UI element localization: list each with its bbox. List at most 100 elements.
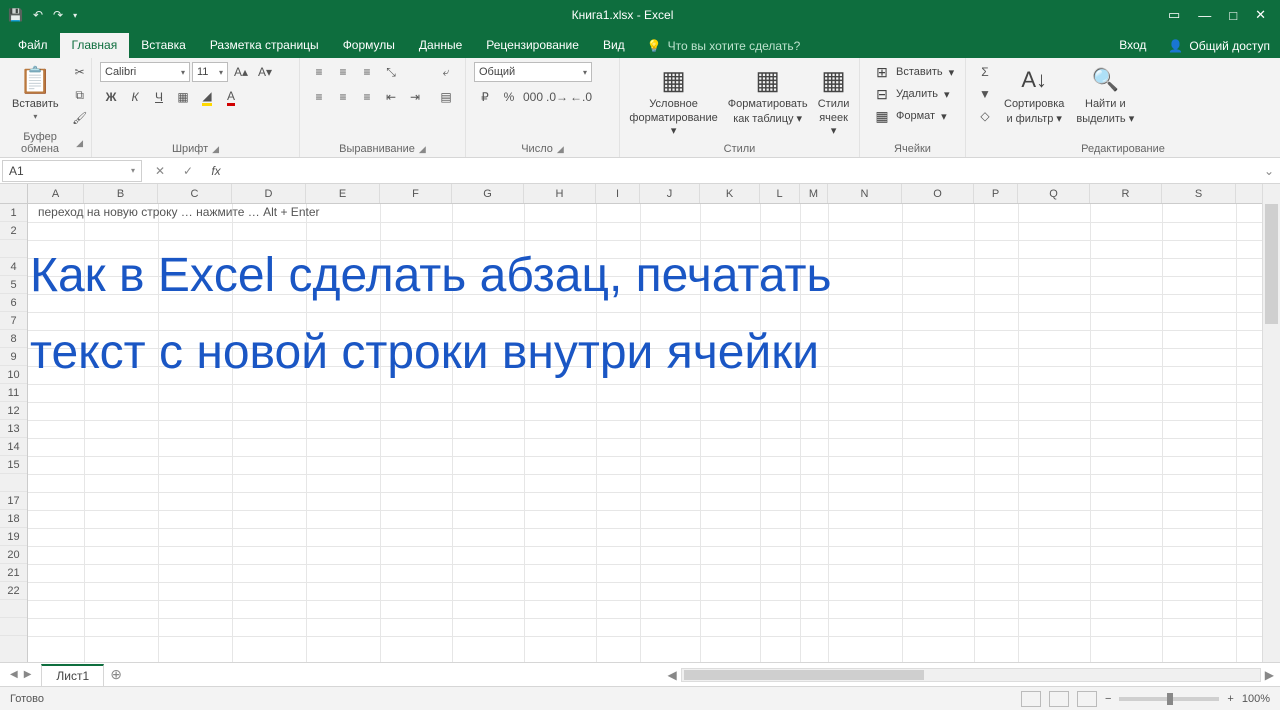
column-header[interactable]: R xyxy=(1090,184,1162,203)
signin-button[interactable]: Вход xyxy=(1107,33,1158,58)
cell-styles-button[interactable]: ▦ Стили ячеек ▾ xyxy=(814,62,854,139)
enter-formula-button[interactable]: ✓ xyxy=(174,164,202,178)
sort-filter-button[interactable]: A↓ Сортировка и фильтр ▾ xyxy=(1000,62,1068,127)
column-header[interactable]: A xyxy=(28,184,84,203)
accounting-button[interactable]: ₽ xyxy=(474,87,496,107)
row-header[interactable]: 12 xyxy=(0,402,27,420)
row-header[interactable]: 6 xyxy=(0,294,27,312)
horizontal-scroll-thumb[interactable] xyxy=(684,670,924,680)
row-header[interactable]: 4 xyxy=(0,258,27,276)
wrap-text-button[interactable]: ⤶ xyxy=(432,62,460,82)
tab-insert[interactable]: Вставка xyxy=(129,33,198,58)
comma-button[interactable]: 000 xyxy=(522,87,544,107)
tab-file[interactable]: Файл xyxy=(6,33,60,58)
format-cells-button[interactable]: ▦Формат ▾ xyxy=(868,106,960,126)
format-as-table-button[interactable]: ▦ Форматировать как таблицу ▾ xyxy=(724,62,812,127)
font-size-select[interactable]: 11▾ xyxy=(192,62,228,82)
cells-area[interactable]: переход на новую строку … нажмите … Alt … xyxy=(28,204,1262,662)
tab-view[interactable]: Вид xyxy=(591,33,637,58)
select-all-button[interactable] xyxy=(0,184,28,204)
column-header[interactable]: G xyxy=(452,184,524,203)
tab-formulas[interactable]: Формулы xyxy=(331,33,407,58)
paste-button[interactable]: 📋 Вставить ▾ xyxy=(8,62,63,123)
tell-me[interactable]: 💡 Что вы хотите сделать? xyxy=(637,34,811,58)
align-middle-button[interactable]: ≡ xyxy=(332,62,354,82)
spreadsheet-grid[interactable]: ABCDEFGHIJKLMNOPQRS 12456789101112131415… xyxy=(0,184,1280,662)
decrease-decimal-button[interactable]: ←.0 xyxy=(570,87,592,107)
formula-input[interactable] xyxy=(230,160,1258,182)
fx-button[interactable]: fx xyxy=(202,164,230,178)
align-top-button[interactable]: ≡ xyxy=(308,62,330,82)
underline-button[interactable]: Ч xyxy=(148,87,170,107)
align-right-button[interactable]: ≡ xyxy=(356,87,378,107)
expand-formula-bar-button[interactable]: ⌄ xyxy=(1258,164,1280,178)
autosum-button[interactable]: Σ xyxy=(974,62,996,82)
grow-font-button[interactable]: A▴ xyxy=(230,62,252,82)
column-header[interactable]: L xyxy=(760,184,800,203)
row-header[interactable] xyxy=(0,240,27,258)
tab-page-layout[interactable]: Разметка страницы xyxy=(198,33,331,58)
prev-sheet-icon[interactable]: ◀ xyxy=(10,669,18,680)
align-center-button[interactable]: ≡ xyxy=(332,87,354,107)
bold-button[interactable]: Ж xyxy=(100,87,122,107)
view-normal-button[interactable] xyxy=(1021,691,1041,707)
tab-review[interactable]: Рецензирование xyxy=(474,33,591,58)
sheet-tab-1[interactable]: Лист1 xyxy=(41,664,104,686)
row-header[interactable]: 9 xyxy=(0,348,27,366)
column-headers[interactable]: ABCDEFGHIJKLMNOPQRS xyxy=(28,184,1262,204)
row-header[interactable]: 21 xyxy=(0,564,27,582)
row-headers[interactable]: 12456789101112131415171819202122 xyxy=(0,204,28,662)
row-header[interactable] xyxy=(0,618,27,636)
row-header[interactable]: 13 xyxy=(0,420,27,438)
merge-button[interactable]: ▤ xyxy=(432,87,460,107)
alignment-launcher-icon[interactable]: ◢ xyxy=(419,144,426,155)
row-header[interactable]: 1 xyxy=(0,204,27,222)
row-header[interactable]: 19 xyxy=(0,528,27,546)
tab-data[interactable]: Данные xyxy=(407,33,474,58)
number-launcher-icon[interactable]: ◢ xyxy=(557,144,564,155)
zoom-value[interactable]: 100% xyxy=(1242,693,1270,705)
hscroll-left-icon[interactable]: ◀ xyxy=(668,668,677,682)
zoom-slider-knob[interactable] xyxy=(1167,693,1173,705)
zoom-out-button[interactable]: − xyxy=(1105,693,1111,705)
font-name-select[interactable]: Calibri▾ xyxy=(100,62,190,82)
row-header[interactable]: 17 xyxy=(0,492,27,510)
hscroll-right-icon[interactable]: ▶ xyxy=(1265,668,1274,682)
close-icon[interactable]: ✕ xyxy=(1255,7,1266,23)
undo-icon[interactable]: ↶ xyxy=(33,8,43,22)
column-header[interactable]: N xyxy=(828,184,902,203)
column-header[interactable]: J xyxy=(640,184,700,203)
column-header[interactable]: M xyxy=(800,184,828,203)
ribbon-options-icon[interactable]: ▭ xyxy=(1168,7,1180,23)
vertical-scroll-thumb[interactable] xyxy=(1265,204,1278,324)
minimize-icon[interactable]: — xyxy=(1198,8,1211,23)
cancel-formula-button[interactable]: ✕ xyxy=(146,164,174,178)
fill-button[interactable]: ▼ xyxy=(974,84,996,104)
conditional-formatting-button[interactable]: ▦ Условное форматирование ▾ xyxy=(625,62,721,139)
decrease-indent-button[interactable]: ⇤ xyxy=(380,87,402,107)
font-launcher-icon[interactable]: ◢ xyxy=(212,144,219,155)
next-sheet-icon[interactable]: ▶ xyxy=(24,669,32,680)
border-button[interactable]: ▦ xyxy=(172,87,194,107)
maximize-icon[interactable]: □ xyxy=(1229,8,1237,23)
column-header[interactable]: I xyxy=(596,184,640,203)
column-header[interactable]: F xyxy=(380,184,452,203)
view-page-layout-button[interactable] xyxy=(1049,691,1069,707)
cut-button[interactable]: ✂ xyxy=(69,62,91,82)
row-header[interactable]: 2 xyxy=(0,222,27,240)
align-bottom-button[interactable]: ≡ xyxy=(356,62,378,82)
delete-cells-button[interactable]: ⊟Удалить ▾ xyxy=(868,84,960,104)
tab-home[interactable]: Главная xyxy=(60,33,130,58)
percent-button[interactable]: % xyxy=(498,87,520,107)
row-header[interactable]: 20 xyxy=(0,546,27,564)
column-header[interactable]: Q xyxy=(1018,184,1090,203)
share-button[interactable]: 👤 Общий доступ xyxy=(1158,34,1280,58)
increase-decimal-button[interactable]: .0→ xyxy=(546,87,568,107)
find-select-button[interactable]: 🔍 Найти и выделить ▾ xyxy=(1072,62,1138,127)
row-header[interactable] xyxy=(0,474,27,492)
column-header[interactable]: C xyxy=(158,184,232,203)
add-sheet-button[interactable]: ⊕ xyxy=(104,666,128,683)
view-page-break-button[interactable] xyxy=(1077,691,1097,707)
save-icon[interactable]: 💾 xyxy=(8,8,23,22)
orientation-button[interactable]: ⤡ xyxy=(380,62,402,82)
